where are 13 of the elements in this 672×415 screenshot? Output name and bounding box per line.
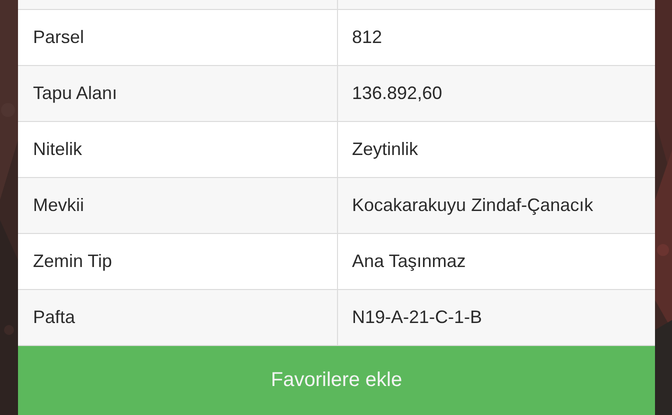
row-label: Zemin Tip (33, 251, 112, 272)
row-value: 812 (352, 27, 382, 48)
row-label: Parsel (33, 27, 84, 48)
row-label: Nitelik (33, 139, 82, 160)
row-value: 136.892,60 (352, 83, 442, 104)
row-value: Kocakarakuyu Zindaf-Çanacık (352, 195, 594, 216)
row-value: Ana Taşınmaz (352, 251, 466, 272)
row-value: Zeytinlik (352, 139, 418, 160)
row-label: Tapu Alanı (33, 83, 118, 104)
row-label: Pafta (33, 307, 76, 328)
add-to-favorites-button[interactable]: Favorilere ekle (18, 346, 655, 415)
row-label: Mevkii (33, 195, 84, 216)
row-value: N19-A-21-C-1-B (352, 307, 482, 328)
